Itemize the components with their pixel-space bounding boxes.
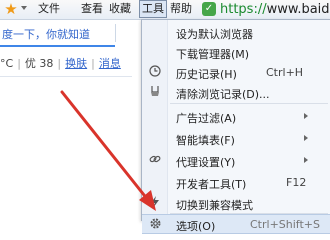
menu-item-ad-filter[interactable]: 广告过滤(A): [142, 106, 330, 126]
submenu-arrow-icon: [304, 157, 308, 163]
menu-view[interactable]: 查看: [81, 0, 103, 18]
url-scheme: https://: [220, 2, 267, 17]
messages-link[interactable]: 消息: [99, 57, 121, 70]
tools-dropdown-menu: 设为默认浏览器 下载管理器(M) 历史记录(H) Ctrl+H 清除浏览记录(D…: [141, 19, 330, 234]
temperature-unit: °C: [0, 57, 14, 70]
aqi-value: 38: [39, 57, 54, 70]
menu-item-shortcut: F12: [286, 176, 307, 189]
menu-separator: [170, 103, 328, 104]
skin-link[interactable]: 换肤: [65, 57, 87, 70]
divider: [0, 76, 132, 77]
menu-item-download-manager[interactable]: 下载管理器(M): [142, 42, 330, 62]
menu-tools[interactable]: 工具: [139, 0, 167, 18]
weather-strip: °C | 优 38 | 换肤 | 消息: [0, 57, 121, 70]
menu-item-label: 智能填表(F): [176, 134, 235, 147]
menu-item-label: 广告过滤(A): [176, 112, 237, 125]
tab-title: 度一下，你就知道: [2, 28, 90, 41]
menu-item-label: 选项(O): [176, 220, 216, 233]
broom-icon: [148, 85, 162, 99]
menu-item-label: 清除浏览记录(D)...: [176, 88, 270, 101]
menu-item-label: 历史记录(H): [176, 68, 237, 81]
submenu-arrow-icon: [304, 113, 308, 119]
url-host: www.baid: [266, 2, 330, 17]
menu-item-options[interactable]: 选项(O) Ctrl+Shift+S: [142, 214, 330, 234]
menu-file[interactable]: 文件: [38, 0, 60, 18]
menu-item-history[interactable]: 历史记录(H) Ctrl+H: [142, 62, 330, 82]
submenu-arrow-icon: [304, 135, 308, 141]
menu-item-shortcut: Ctrl+Shift+S: [250, 218, 320, 231]
tab-active-indicator: [0, 45, 115, 47]
aqi-label: 优: [24, 57, 36, 70]
menu-item-autofill[interactable]: 智能填表(F): [142, 128, 330, 148]
menu-favorites[interactable]: 收藏: [109, 0, 131, 18]
active-tab[interactable]: 度一下，你就知道: [0, 24, 116, 42]
menu-item-set-default[interactable]: 设为默认浏览器: [142, 22, 330, 42]
menu-item-compat-mode[interactable]: 切换到兼容模式: [142, 193, 330, 213]
menu-item-label: 切换到兼容模式: [176, 199, 253, 212]
link-icon: [148, 153, 162, 167]
menu-item-proxy[interactable]: 代理设置(Y): [142, 150, 330, 170]
favorites-star-icon[interactable]: ★: [2, 1, 20, 18]
url-text[interactable]: https://www.baid: [220, 0, 330, 19]
lightning-icon: [148, 196, 162, 210]
menu-item-label: 下载管理器(M): [176, 48, 250, 61]
menu-item-developer-tools[interactable]: 开发者工具(T) F12: [142, 172, 330, 192]
menu-item-label: 设为默认浏览器: [176, 28, 253, 41]
menu-item-label: 代理设置(Y): [176, 156, 236, 169]
menu-bar: ★ 文件 查看 收藏 工具 帮助 ✓ https://www.baid: [0, 0, 330, 20]
gear-icon: [148, 217, 162, 231]
chevron-down-icon[interactable]: [21, 6, 27, 10]
address-bar[interactable]: ✓ https://www.baid: [198, 0, 330, 19]
clock-icon: [148, 65, 162, 79]
menu-help[interactable]: 帮助: [170, 0, 192, 18]
menu-item-shortcut: Ctrl+H: [266, 66, 304, 79]
menu-item-clear-history[interactable]: 清除浏览记录(D)...: [142, 82, 330, 102]
menu-item-label: 开发者工具(T): [176, 178, 247, 191]
secure-shield-icon: ✓: [202, 2, 216, 16]
